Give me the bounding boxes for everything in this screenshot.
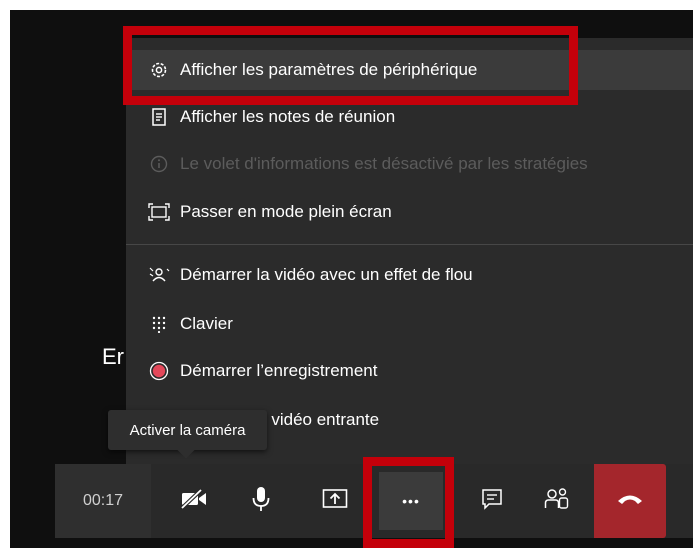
- record-icon: [148, 360, 170, 382]
- microphone-icon: [251, 486, 271, 517]
- highlight-box-more: [363, 457, 454, 548]
- call-timer: 00:17: [55, 464, 151, 538]
- menu-item-label: Passer en mode plein écran: [180, 202, 392, 221]
- blur-icon: [148, 264, 170, 286]
- highlight-box-settings: [123, 26, 578, 105]
- menu-item-label: Démarrer l’enregistrement: [180, 361, 378, 380]
- camera-tooltip: Activer la caméra: [108, 410, 267, 459]
- menu-item-start-recording[interactable]: Démarrer l’enregistrement: [126, 351, 693, 391]
- meeting-stage: Er Afficher les paramètres de périphériq…: [10, 10, 693, 548]
- chat-button[interactable]: [462, 464, 522, 538]
- participants-button[interactable]: [527, 464, 587, 538]
- menu-item-keypad[interactable]: Clavier: [126, 304, 693, 344]
- microphone-button[interactable]: [231, 464, 291, 538]
- menu-separator: [126, 244, 693, 245]
- menu-item-fullscreen[interactable]: Passer en mode plein écran: [126, 192, 693, 232]
- participants-icon: [544, 487, 570, 516]
- menu-item-label: Le volet d'informations est désactivé pa…: [180, 154, 588, 173]
- menu-item-blur-video[interactable]: Démarrer la vidéo avec un effet de flou: [126, 255, 693, 295]
- background-text: Er: [102, 344, 124, 369]
- camera-off-icon: [179, 487, 208, 515]
- hang-up-button[interactable]: [594, 464, 666, 538]
- menu-item-info-pane: Le volet d'informations est désactivé pa…: [126, 144, 693, 184]
- menu-item-label: Afficher les notes de réunion: [180, 107, 396, 126]
- chat-icon: [481, 488, 503, 515]
- camera-toggle-button[interactable]: [164, 464, 224, 538]
- menu-item-label: Démarrer la vidéo avec un effet de flou: [180, 265, 473, 284]
- info-icon: [148, 153, 170, 175]
- share-screen-icon: [322, 488, 348, 515]
- share-screen-button[interactable]: [305, 464, 365, 538]
- fullscreen-icon: [148, 201, 170, 223]
- phone-hangup-icon: [616, 492, 644, 511]
- menu-item-label: Clavier: [180, 314, 233, 333]
- keypad-icon: [148, 313, 170, 335]
- notes-icon: [148, 106, 170, 128]
- tooltip-label: Activer la caméra: [129, 421, 246, 439]
